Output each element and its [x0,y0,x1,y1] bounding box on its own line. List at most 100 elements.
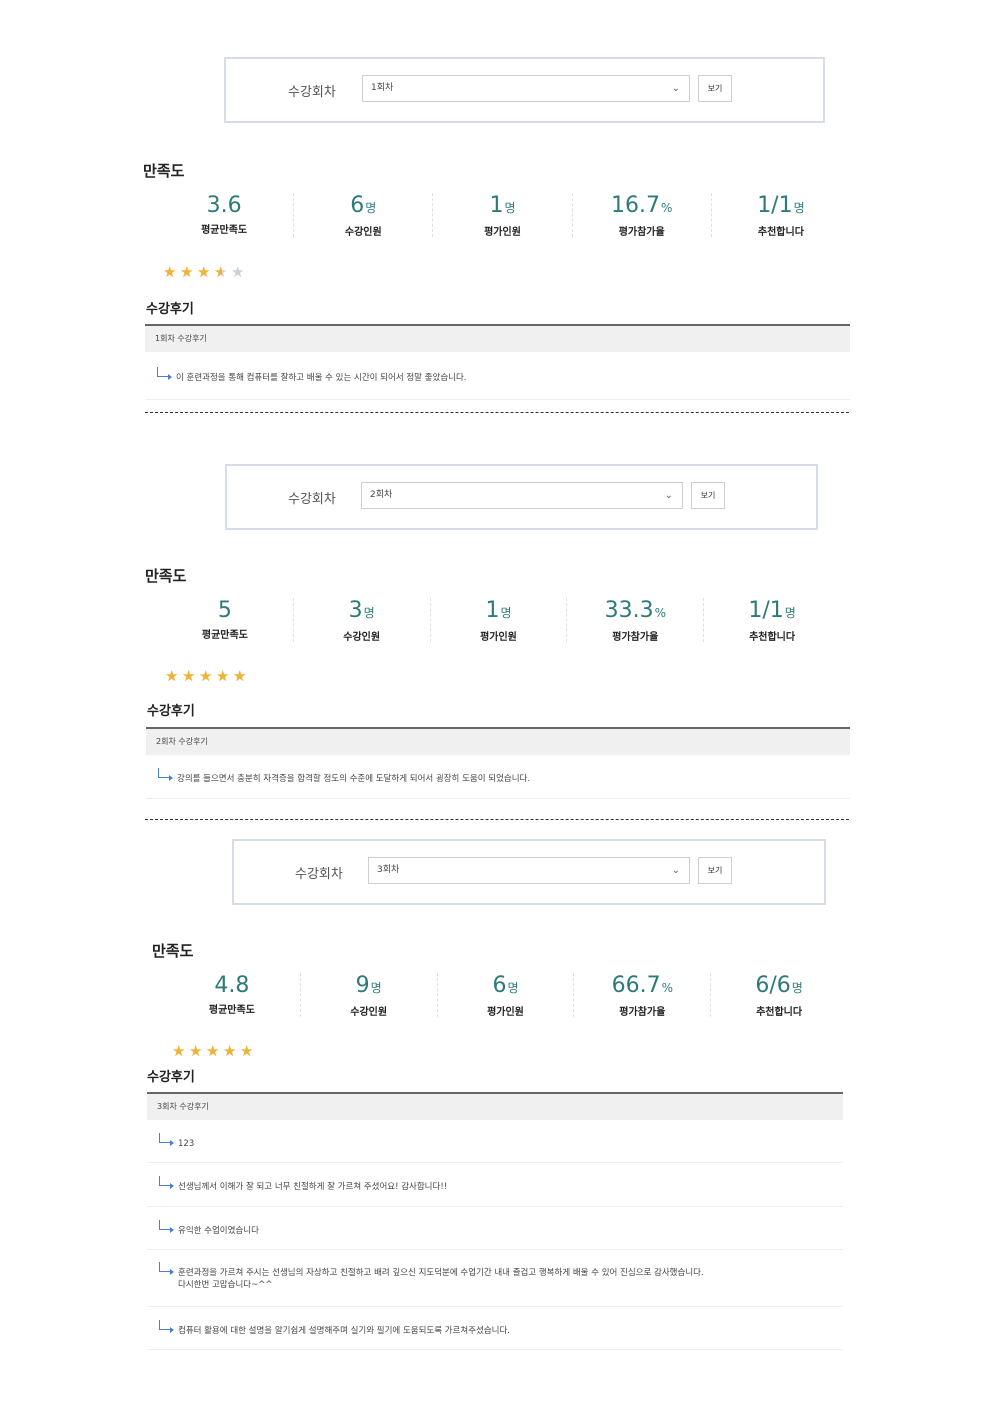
stat-value: 6 [350,193,365,218]
stat-label: 추천합니다 [756,1007,803,1018]
stats-row: 3.6 평균만족도 6명 수강인원 1명 평가인원 16.7% 평가참가율 1/1명 추천합니다 [155,193,850,238]
star-fill: ★ [165,669,179,683]
satisfaction-title: 만족도 [143,162,185,180]
stat-unit: % [661,201,673,215]
round-select[interactable]: 2회차 ⌄ [361,482,683,509]
round-filter-label: 수강회차 [288,492,336,507]
star-icon: ★★ [163,265,177,280]
stats-row: 5 평균만족도 3명 수강인원 1명 평가인원 33.3% 평가참가율 1/1명 추천합니다 [157,598,840,643]
stat-number: 1/1명 [712,193,850,221]
star-fill: ★ [216,669,230,683]
stat-number: 3명 [294,598,430,626]
round-select[interactable]: 3회차 ⌄ [368,857,690,884]
review-title: 수강후기 [147,1070,195,1085]
stat-number: 6명 [438,973,574,1001]
view-button[interactable]: 보기 [698,75,732,102]
star-icon: ★★ [206,1044,220,1059]
stat-unit: 명 [504,201,516,215]
star-icon: ★★ [199,669,213,684]
chevron-down-icon: ⌄ [671,865,680,876]
review-title: 수강후기 [147,704,195,719]
stat-item: 3명 수강인원 [292,598,430,643]
stat-label: 평균만족도 [201,630,248,641]
review-item: 123 [147,1120,843,1163]
star-fill: ★ [223,1044,237,1058]
reply-arrow-icon [159,1132,174,1146]
review-table: 1회차 수강후기이 훈련과정을 통해 컴퓨터를 잘하고 배울 수 있는 시간이 … [145,324,850,400]
round-filter-box: 수강회차 3회차 ⌄ 보기 [232,839,826,905]
stat-item: 1명 평가인원 [432,193,571,238]
stat-unit: % [661,981,673,995]
stat-unit: 명 [370,981,382,995]
review-item: 유익한 수업이였습니다 [147,1207,843,1250]
reply-arrow-icon [159,1176,174,1189]
star-fill: ★ [233,669,247,683]
star-empty: ★ [231,263,245,281]
stat-label: 수강인원 [350,1007,388,1018]
star-icon: ★★ [197,265,211,280]
stat-label: 추천합니다 [757,227,804,238]
reply-arrow-icon [159,1262,174,1275]
star-fill: ★ [206,1044,220,1058]
stat-unit: 명 [365,201,377,215]
stat-number: 33.3% [567,598,703,626]
stat-value: 6/6 [755,973,791,998]
stat-label: 수강인원 [344,227,382,238]
star-icon: ★★ [214,265,228,280]
review-title: 수강후기 [146,302,194,317]
star-icon: ★★ [231,263,245,281]
stat-number: 66.7% [574,973,710,1001]
view-button[interactable]: 보기 [691,482,725,509]
satisfaction-title: 만족도 [152,942,194,960]
round-select[interactable]: 1회차 ⌄ [362,75,690,102]
stat-value: 6 [492,973,507,998]
review-item: 컴퓨터 활용에 대한 설명을 알기쉽게 설명해주며 실기와 필기에 도움되도록 … [147,1307,843,1350]
stat-value: 16.7 [611,193,660,218]
stat-unit: 명 [500,606,512,620]
round-filter-label: 수강회차 [288,85,336,100]
star-icon: ★★ [180,265,194,280]
star-fill: ★ [189,1044,203,1058]
rating-stars: ★★★★★★★★★★ [172,1044,254,1060]
round-select-value: 1회차 [371,83,394,93]
review-header: 1회차 수강후기 [145,326,850,352]
stat-item: 33.3% 평가참가율 [566,598,703,643]
star-icon: ★★ [182,669,196,684]
stat-value: 3 [348,598,363,623]
stat-unit: 명 [791,981,803,995]
stat-value: 3.6 [206,193,242,218]
view-button[interactable]: 보기 [698,857,732,884]
stat-label: 평가참가율 [619,1007,666,1018]
stat-value: 1/1 [757,193,793,218]
round-select-value: 2회차 [370,490,393,500]
star-icon: ★★ [172,1044,186,1059]
stat-item: 6명수강인원 [293,193,432,238]
review-text: 선생님께서 이해가 잘 되고 너무 친절하게 잘 가르쳐 주셨어요! 감사합니다… [178,1182,448,1192]
stat-unit: 명 [507,981,519,995]
star-icon: ★★ [233,669,247,684]
stat-label: 평가인원 [487,1007,524,1018]
stat-item: 16.7% 평가참가율 [571,193,711,238]
stat-item: 1/1명추천합니다 [710,193,850,238]
stat-item: 66.7% 평가참가율 [573,973,710,1018]
stat-label: 평균만족도 [208,1005,255,1016]
reply-arrow-icon [158,768,173,781]
stat-number: 1명 [433,193,571,221]
star-icon: ★★ [189,1044,203,1059]
stat-label: 평가인원 [480,632,517,643]
review-item: 선생님께서 이해가 잘 되고 너무 친절하게 잘 가르쳐 주셨어요! 감사합니다… [147,1163,843,1207]
stat-unit: 명 [793,201,805,215]
stat-item: 1/1명 추천합니다 [703,598,840,643]
stat-item: 5 평균만족도 [157,598,293,642]
round-filter-box: 수강회차 1회차 ⌄ 보기 [224,57,825,123]
star-fill: ★ [214,265,223,279]
stat-value: 1 [485,598,500,623]
stat-label: 평균만족도 [201,225,248,236]
stat-number: 6/6명 [711,973,847,1001]
review-text: 이 훈련과정을 통해 컴퓨터를 잘하고 배울 수 있는 시간이 되어서 정말 좋… [176,373,467,383]
review-header: 3회차 수강후기 [147,1094,843,1120]
stat-unit: 명 [784,606,796,620]
stat-item: 6/6명추천합니다 [710,973,847,1018]
star-icon: ★★ [165,669,179,684]
round-filter-label: 수강회차 [295,867,343,882]
